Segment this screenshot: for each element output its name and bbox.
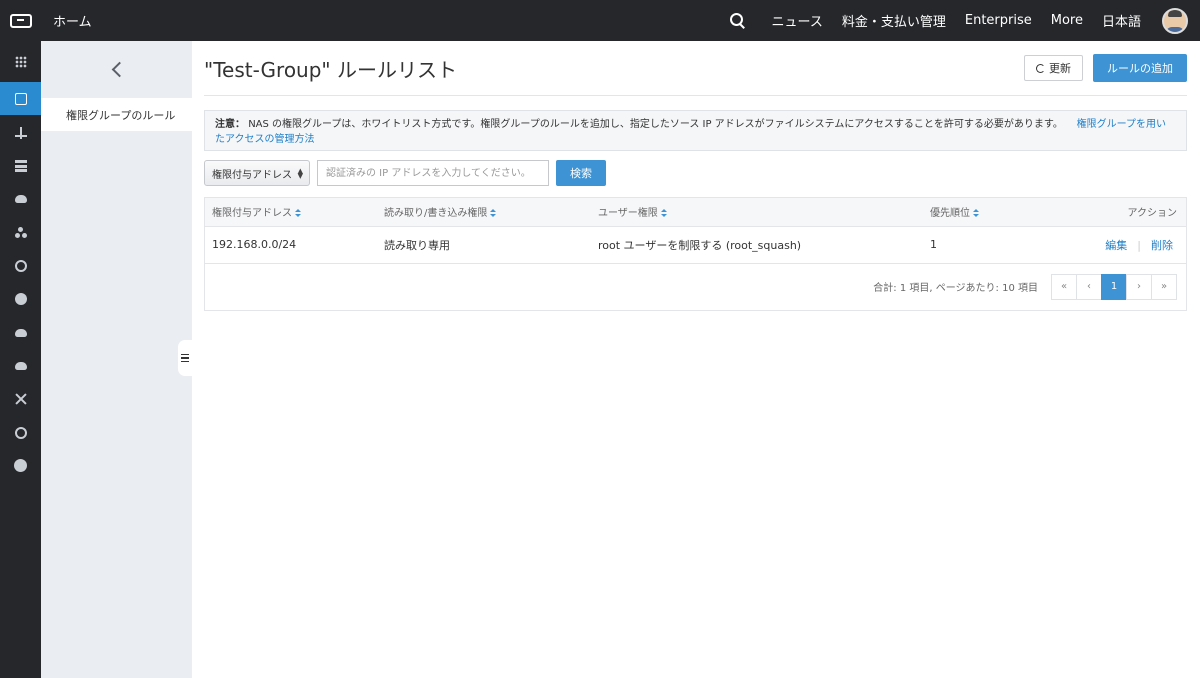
edit-link[interactable]: 編集 — [1105, 239, 1127, 252]
last-page-button[interactable]: » — [1151, 273, 1177, 300]
cell-address: 192.168.0.0/24 — [205, 226, 377, 264]
col-header-priority[interactable]: 優先順位 — [923, 198, 1073, 227]
apps-grid-icon[interactable] — [0, 45, 41, 78]
cell-rw: 読み取り専用 — [377, 226, 591, 264]
cloud-upload-icon[interactable] — [0, 349, 41, 382]
security-shield-icon[interactable] — [0, 282, 41, 315]
sort-icon[interactable] — [660, 208, 667, 218]
cell-user: root ユーザーを制限する (root_squash) — [591, 226, 923, 264]
prev-page-button[interactable]: ‹ — [1076, 273, 1102, 300]
table-row: 192.168.0.0/24 読み取り専用 root ユーザーを制限する (ro… — [205, 226, 1186, 264]
refresh-label: 更新 — [1049, 62, 1071, 75]
notice-prefix: 注意： — [215, 119, 245, 130]
back-button[interactable] — [41, 41, 192, 98]
search-bar: 権限付与アドレス ▲▼ 検索 — [204, 159, 1187, 187]
select-value: 権限付与アドレス — [212, 169, 292, 181]
cell-actions: 編集 | 削除 — [1073, 226, 1186, 264]
home-link[interactable]: ホーム — [53, 11, 92, 30]
pagination-summary: 合計: 1 項目, ページあたり: 10 項目 — [873, 283, 1038, 294]
chevron-left-icon — [111, 61, 128, 78]
sidebar-item-permission-group-rules[interactable]: 権限グループのルール — [41, 98, 192, 131]
product-rail — [0, 41, 41, 678]
search-button[interactable]: 検索 — [556, 160, 606, 186]
cluster-icon[interactable] — [0, 216, 41, 249]
main-content: "Test-Group" ルールリスト 更新 ルールの追加 注意： NAS の権… — [204, 41, 1187, 311]
top-nav: ニュース 料金・支払い管理 Enterprise More 日本語 — [728, 0, 1200, 41]
delete-link[interactable]: 削除 — [1151, 239, 1173, 252]
circle-icon[interactable] — [0, 449, 41, 482]
select-arrows-icon: ▲ ▼ — [297, 167, 303, 180]
nav-billing[interactable]: 料金・支払い管理 — [842, 11, 946, 30]
nav-enterprise[interactable]: Enterprise — [965, 13, 1032, 28]
nas-storage-icon[interactable] — [0, 82, 41, 115]
share-icon[interactable] — [0, 382, 41, 415]
sort-icon[interactable] — [973, 208, 979, 218]
col-header-address[interactable]: 権限付与アドレス — [205, 198, 377, 227]
col-header-actions: アクション — [1073, 198, 1186, 227]
notice-text: NAS の権限グループは、ホワイトリスト方式です。権限グループのルールを追加し、… — [248, 119, 1063, 130]
table-header-row: 権限付与アドレス 読み取り/書き込み権限 ユーザー権限 優先順位 アクション — [205, 198, 1186, 227]
ip-search-input[interactable] — [317, 160, 549, 186]
sort-icon[interactable] — [295, 208, 301, 218]
sub-sidebar: 権限グループのルール — [41, 41, 192, 678]
nav-language[interactable]: 日本語 — [1102, 11, 1141, 30]
nav-news[interactable]: ニュース — [772, 11, 823, 30]
col-header-rw[interactable]: 読み取り/書き込み権限 — [377, 198, 591, 227]
cloud-sync-icon[interactable] — [0, 316, 41, 349]
sidebar-collapse-toggle[interactable] — [178, 340, 192, 376]
page-header: "Test-Group" ルールリスト 更新 ルールの追加 — [204, 41, 1187, 96]
add-rule-button[interactable]: ルールの追加 — [1093, 54, 1187, 82]
nav-more[interactable]: More — [1051, 13, 1083, 28]
notice-box: 注意： NAS の権限グループは、ホワイトリスト方式です。権限グループのルールを… — [204, 110, 1187, 151]
next-page-button[interactable]: › — [1126, 273, 1152, 300]
monitor-search-icon[interactable] — [0, 249, 41, 282]
sort-icon[interactable] — [490, 208, 497, 218]
page-1-button[interactable]: 1 — [1101, 273, 1127, 300]
network-icon[interactable] — [0, 116, 41, 149]
menu-collapse-icon — [181, 354, 189, 362]
col-header-user[interactable]: ユーザー権限 — [591, 198, 923, 227]
cell-priority: 1 — [923, 226, 1073, 264]
pagination-row: 合計: 1 項目, ページあたり: 10 項目 « ‹ 1 › » — [205, 264, 1186, 310]
help-link-part2[interactable]: たアクセスの管理方法 — [215, 132, 315, 147]
rules-table: 権限付与アドレス 読み取り/書き込み権限 ユーザー権限 優先順位 アクション 1… — [204, 197, 1187, 311]
refresh-icon — [1036, 63, 1045, 73]
top-bar: ホーム ニュース 料金・支払い管理 Enterprise More 日本語 — [0, 0, 1200, 41]
database-icon[interactable] — [0, 149, 41, 182]
first-page-button[interactable]: « — [1051, 273, 1077, 300]
megaphone-icon[interactable] — [0, 182, 41, 215]
search-field-select[interactable]: 権限付与アドレス ▲ ▼ — [204, 160, 310, 186]
brand-logo-icon[interactable] — [0, 0, 41, 41]
bug-icon[interactable] — [0, 416, 41, 449]
refresh-button[interactable]: 更新 — [1024, 55, 1083, 81]
help-link-part1[interactable]: 権限グループを用い — [1077, 117, 1166, 132]
page-title: "Test-Group" ルールリスト — [204, 57, 457, 82]
avatar[interactable] — [1162, 7, 1188, 34]
action-separator: | — [1137, 238, 1141, 252]
search-icon[interactable] — [728, 11, 748, 31]
pagination: « ‹ 1 › » — [1051, 273, 1177, 300]
